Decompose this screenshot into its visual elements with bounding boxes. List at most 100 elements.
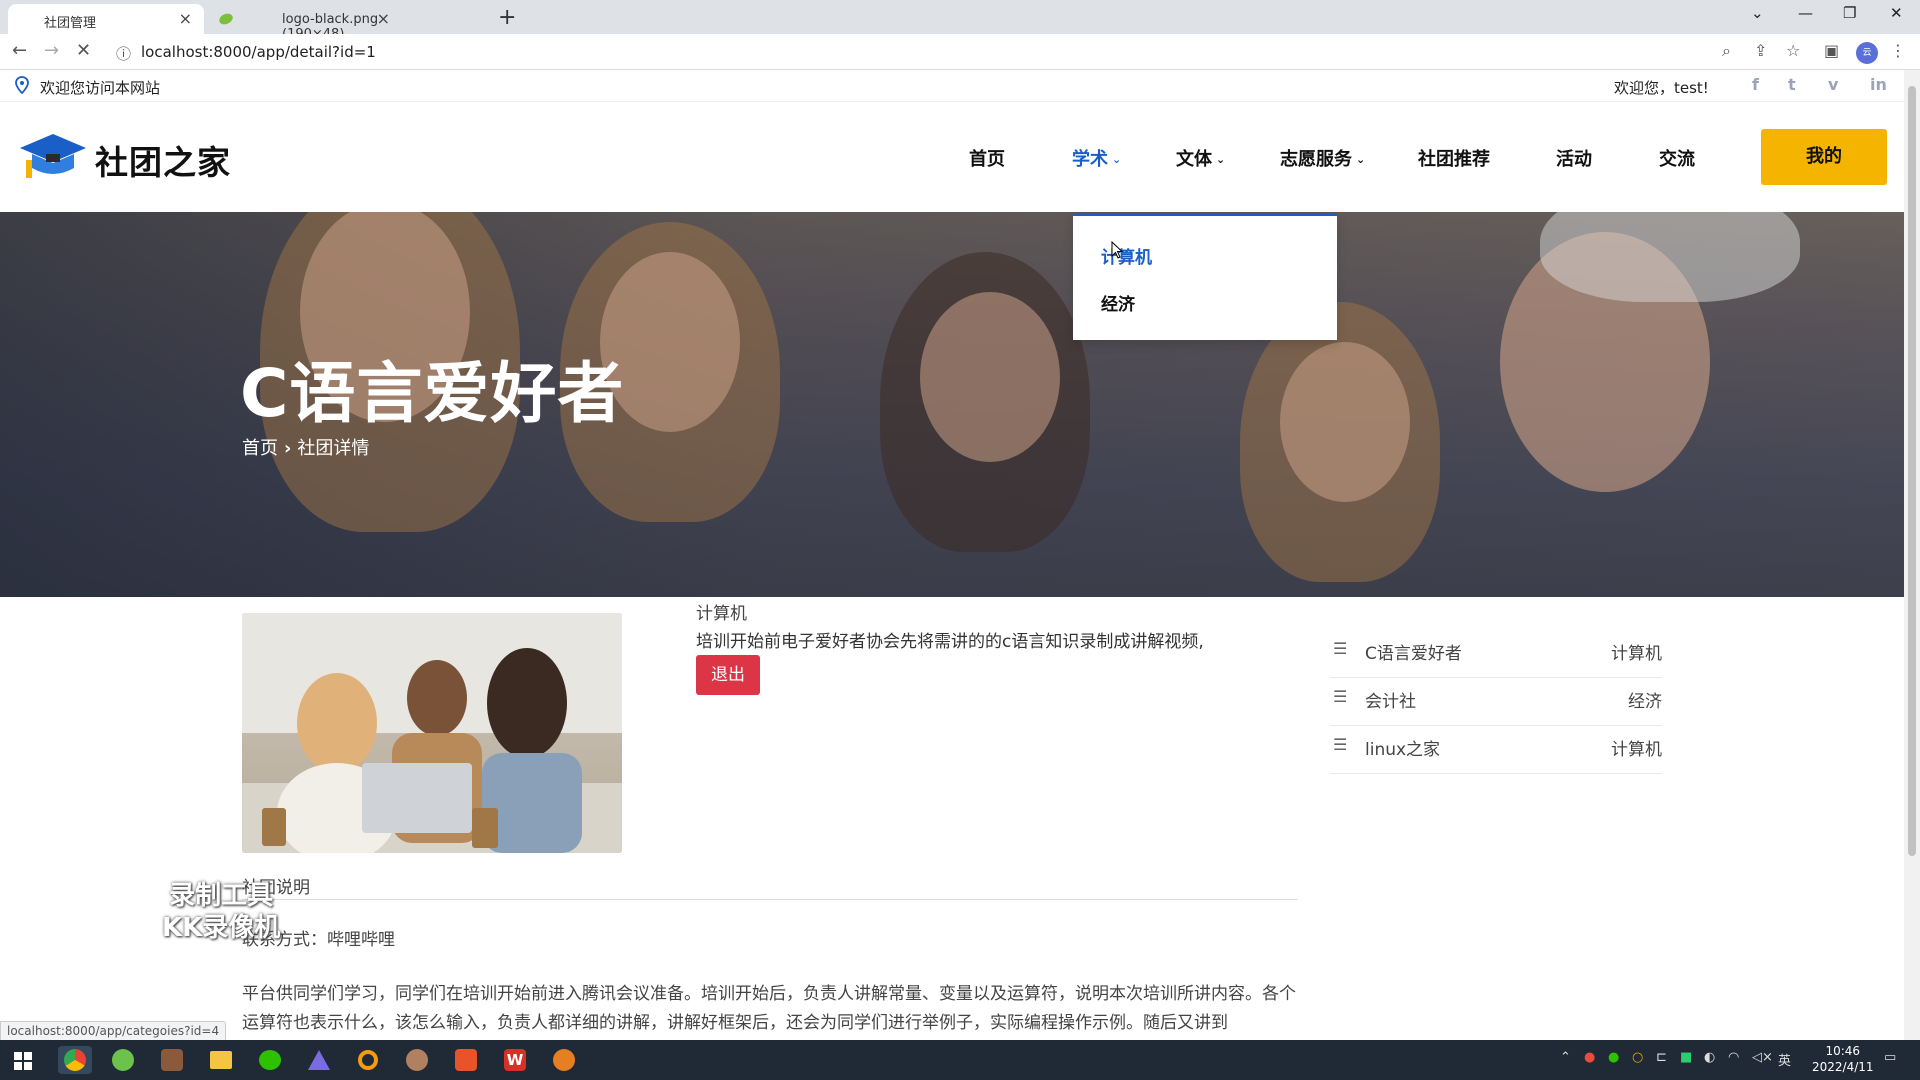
notification-icon[interactable]: ▭: [1884, 1050, 1896, 1065]
browser-tab-strip: 社团管理 × logo-black.png (190×48) × + ⌄ — ❐…: [0, 0, 1920, 42]
windows-start-icon[interactable]: [14, 1052, 32, 1070]
back-icon[interactable]: ←: [12, 40, 27, 61]
club-category-label: 计算机: [1611, 644, 1662, 664]
app-taskbar-icon[interactable]: [400, 1046, 434, 1074]
site-info-icon[interactable]: ⓘ: [116, 43, 131, 64]
nav-volunteer[interactable]: 志愿服务 ⌄: [1280, 145, 1365, 171]
hero-photo-shape: [1540, 212, 1800, 302]
linkedin-icon[interactable]: in: [1870, 75, 1887, 94]
windows-taskbar: W ⌃ ● ● ○ ⊏ ■ ◐ ◠ ◁× 英 10:46 2022/4/11 ▭: [0, 1040, 1920, 1080]
share-icon[interactable]: ⇪: [1754, 41, 1767, 60]
minimize-icon[interactable]: —: [1798, 4, 1813, 22]
clock-date: 2022/4/11: [1812, 1060, 1874, 1074]
restore-icon[interactable]: ❐: [1843, 4, 1856, 22]
wps-taskbar-icon[interactable]: W: [498, 1046, 532, 1074]
nav-recommend[interactable]: 社团推荐: [1418, 145, 1490, 171]
bookmark-star-icon[interactable]: ☆: [1786, 41, 1800, 60]
club-description-paragraph: 平台供同学们学习，同学们在培训开始前进入腾讯会议准备。培训开始后，负责人讲解常量…: [242, 984, 1296, 1033]
close-window-icon[interactable]: ✕: [1890, 4, 1903, 22]
tab-search-chevron-icon[interactable]: ⌄: [1751, 4, 1764, 22]
hero-photo-shape: [920, 292, 1060, 462]
graduation-cap-logo-icon[interactable]: [18, 130, 88, 182]
club-photo: [242, 613, 622, 853]
stop-loading-icon[interactable]: ✕: [76, 40, 91, 61]
club-category: 计算机: [696, 604, 747, 624]
divider: [242, 899, 1298, 900]
forward-icon[interactable]: →: [44, 40, 59, 61]
nav-home[interactable]: 首页: [969, 145, 1005, 171]
recorder-taskbar-icon[interactable]: [547, 1046, 581, 1074]
location-pin-icon: [15, 76, 29, 94]
facebook-icon[interactable]: f: [1752, 75, 1759, 94]
zoom-icon[interactable]: ⌕: [1722, 41, 1731, 61]
site-welcome-text: 欢迎您访问本网站: [40, 79, 161, 97]
chevron-down-icon: ⌄: [1216, 153, 1226, 166]
file-explorer-taskbar-icon[interactable]: [204, 1046, 238, 1074]
profile-avatar[interactable]: 云: [1856, 42, 1878, 64]
search-app-taskbar-icon[interactable]: [351, 1046, 385, 1074]
vimeo-icon[interactable]: v: [1828, 75, 1838, 94]
nav-culture-sports[interactable]: 文体 ⌄: [1176, 145, 1225, 171]
browser-menu-icon[interactable]: ⋮: [1890, 41, 1906, 60]
list-item[interactable]: ☰ linux之家 计算机: [1330, 726, 1662, 774]
scrollbar-thumb[interactable]: [1908, 86, 1916, 856]
sliders-icon: ☰: [1333, 639, 1348, 658]
tab-club-management[interactable]: 社团管理 ×: [8, 4, 204, 34]
academic-dropdown-menu: 计算机 经济: [1073, 213, 1337, 340]
tray-qq-icon[interactable]: ◐: [1704, 1050, 1715, 1065]
dropdown-item-computer[interactable]: 计算机: [1101, 243, 1152, 268]
tray-app-icon[interactable]: ●: [1584, 1050, 1595, 1065]
input-method-indicator[interactable]: 英: [1778, 1050, 1791, 1069]
tray-app-icon[interactable]: ■: [1680, 1050, 1692, 1065]
site-logo-text[interactable]: 社团之家: [95, 136, 231, 184]
tray-app-icon[interactable]: ⊏: [1656, 1050, 1667, 1065]
taskbar-clock[interactable]: 10:46 2022/4/11: [1812, 1043, 1874, 1075]
tray-expand-icon[interactable]: ⌃: [1560, 1050, 1571, 1065]
tray-search-icon[interactable]: ○: [1632, 1050, 1643, 1065]
sliders-icon: ☰: [1333, 735, 1348, 754]
club-category-label: 计算机: [1611, 740, 1662, 760]
app-taskbar-icon[interactable]: [106, 1046, 140, 1074]
page-scrollbar[interactable]: [1904, 70, 1920, 1040]
leaf-favicon-icon: [219, 13, 233, 25]
mine-button[interactable]: 我的: [1761, 129, 1887, 185]
sliders-icon: ☰: [1333, 687, 1348, 706]
app-taskbar-icon[interactable]: [155, 1046, 189, 1074]
club-category-label: 经济: [1628, 692, 1662, 712]
club-description: 培训开始前电子爱好者协会先将需讲的的c语言知识录制成讲解视频,: [696, 632, 1204, 652]
club-name-link[interactable]: 会计社: [1365, 687, 1416, 712]
side-panel-icon[interactable]: ▣: [1824, 41, 1839, 60]
list-item[interactable]: ☰ C语言爱好者 计算机: [1330, 630, 1662, 678]
close-tab-icon[interactable]: ×: [377, 9, 390, 28]
breadcrumb: 首页 › 社团详情: [242, 434, 369, 460]
app-taskbar-icon[interactable]: [449, 1046, 483, 1074]
breadcrumb-current: 社团详情: [297, 438, 370, 459]
nav-label: 志愿服务: [1280, 149, 1352, 170]
browser-toolbar: ← → ✕ ⓘ localhost:8000/app/detail?id=1 ⌕…: [0, 34, 1920, 70]
wifi-icon[interactable]: ◠: [1728, 1050, 1739, 1065]
recorder-watermark: 录制工具 KK录像机: [162, 880, 280, 944]
app-taskbar-icon[interactable]: [302, 1046, 336, 1074]
new-tab-icon[interactable]: +: [498, 5, 516, 30]
nav-label: 文体: [1176, 149, 1212, 170]
twitter-icon[interactable]: t: [1788, 75, 1796, 94]
volume-muted-icon[interactable]: ◁×: [1752, 1050, 1773, 1065]
list-item[interactable]: ☰ 会计社 经济: [1330, 678, 1662, 726]
club-sidebar-list: ☰ C语言爱好者 计算机 ☰ 会计社 经济 ☰ linux之家 计算机: [1330, 630, 1662, 774]
nav-activities[interactable]: 活动: [1556, 145, 1592, 171]
tray-wechat-icon[interactable]: ●: [1608, 1050, 1619, 1065]
chrome-taskbar-icon[interactable]: [58, 1046, 92, 1074]
breadcrumb-home-link[interactable]: 首页: [242, 438, 278, 459]
nav-academic[interactable]: 学术 ⌄: [1072, 145, 1121, 171]
club-name-link[interactable]: C语言爱好者: [1365, 639, 1462, 664]
close-tab-icon[interactable]: ×: [179, 9, 192, 28]
students-laptop-image: [242, 613, 622, 853]
club-name-link[interactable]: linux之家: [1365, 735, 1440, 760]
wechat-taskbar-icon[interactable]: [253, 1046, 287, 1074]
nav-exchange[interactable]: 交流: [1659, 145, 1695, 171]
tab-logo-image[interactable]: logo-black.png (190×48) ×: [206, 4, 402, 42]
address-bar[interactable]: localhost:8000/app/detail?id=1: [141, 43, 376, 61]
dropdown-item-economics[interactable]: 经济: [1101, 290, 1135, 315]
quit-club-button[interactable]: 退出: [696, 655, 760, 695]
user-welcome-text: 欢迎您，test!: [1614, 79, 1709, 97]
